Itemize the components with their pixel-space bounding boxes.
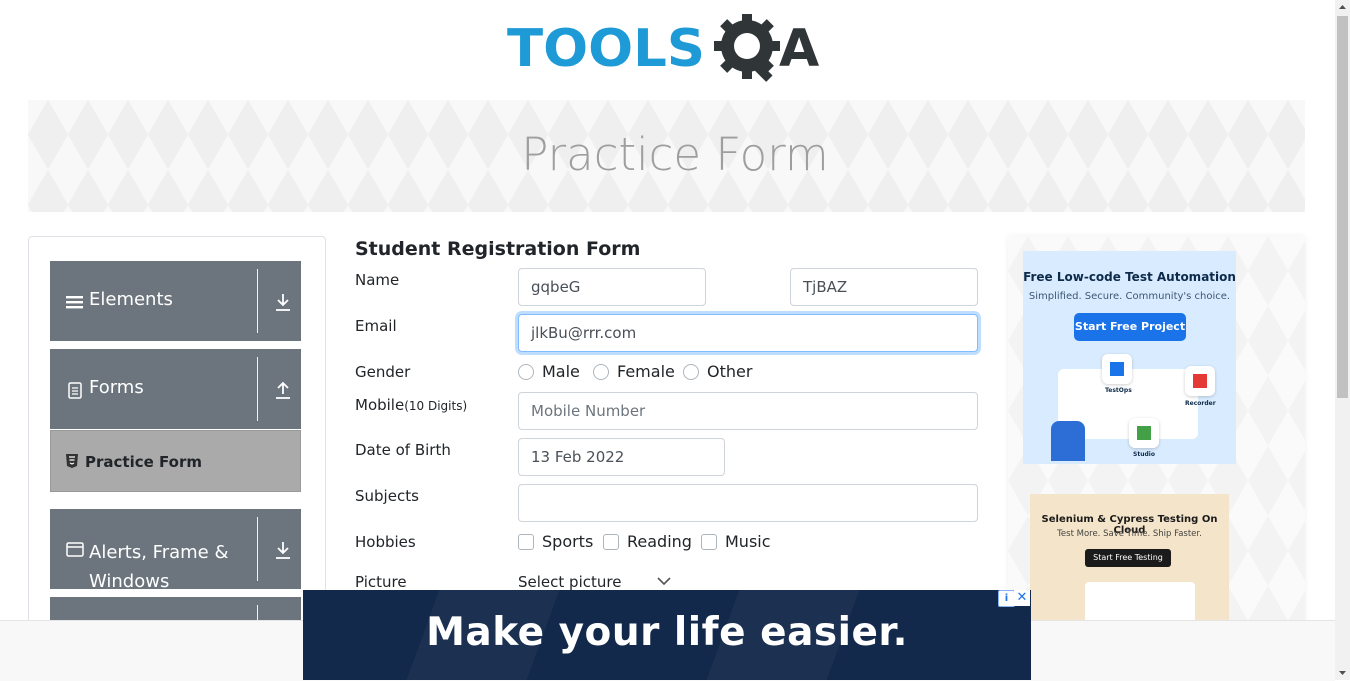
svg-text:TOOLS: TOOLS — [507, 19, 705, 79]
ad-subtitle: Simplified. Secure. Community's choice. — [1028, 291, 1231, 302]
html5-icon — [66, 454, 78, 468]
tile-label: TestOps — [1105, 387, 1132, 394]
gender-label: Gender — [355, 363, 411, 381]
checkbox-box — [701, 534, 717, 550]
svg-text:A: A — [779, 19, 819, 79]
radio-label: Other — [707, 362, 753, 381]
hobbies-options: Sports Reading Music — [518, 532, 778, 554]
name-label: Name — [355, 271, 400, 289]
window-icon — [66, 542, 84, 557]
tile-label: Studio — [1133, 451, 1155, 458]
email-label: Email — [355, 317, 397, 335]
dob-input[interactable]: 13 Feb 2022 — [518, 438, 725, 476]
ad-lambdatest[interactable]: Selenium & Cypress Testing On Cloud Test… — [1030, 494, 1229, 634]
radio-circle — [593, 364, 609, 380]
sidebar-item-practice-form[interactable]: Practice Form — [50, 430, 301, 492]
divider — [257, 357, 258, 421]
tile-label: Recorder — [1185, 400, 1216, 407]
ad-katalon[interactable]: Free Low-code Test Automation Simplified… — [1023, 251, 1236, 464]
subjects-label: Subjects — [355, 487, 419, 505]
ad-headline: Make your life easier. — [426, 610, 908, 655]
studio-tile-icon — [1129, 418, 1159, 448]
ad-close-icon[interactable]: ✕ — [1014, 590, 1030, 606]
bottom-banner-ad[interactable]: Make your life easier. — [303, 590, 1031, 680]
checkbox-label: Reading — [627, 532, 692, 551]
upload-arrow-icon — [276, 381, 290, 399]
sidebar-group-elements[interactable]: Elements — [50, 261, 301, 341]
email-input[interactable]: jlkBu@rrr.com — [518, 314, 978, 352]
radio-label: Male — [542, 362, 580, 381]
logo-graphic: TOOLS A — [507, 14, 819, 82]
download-arrow-icon — [276, 542, 290, 559]
picture-label: Picture — [355, 573, 407, 591]
radio-circle — [683, 364, 699, 380]
label-line-2: Windows — [89, 571, 170, 592]
checkbox-label: Sports — [542, 532, 594, 551]
sidebar-group-label: Forms — [89, 377, 144, 398]
sidebar-group-alerts[interactable]: Alerts, Frame & Windows — [50, 509, 301, 592]
ad-title: Free Low-code Test Automation — [1023, 270, 1236, 284]
mobile-label: Mobile(10 Digits) — [355, 396, 467, 414]
scrollbar-thumb[interactable] — [1337, 16, 1348, 398]
hamburger-icon — [66, 296, 83, 309]
form-title: Student Registration Form — [355, 238, 641, 260]
dob-label: Date of Birth — [355, 441, 451, 459]
sidebar-group-label: Alerts, Frame & Windows — [89, 538, 229, 596]
ad-subtitle: Test More. Save Time. Ship Faster. — [1057, 529, 1202, 539]
subjects-input[interactable] — [518, 484, 978, 522]
divider — [257, 269, 258, 333]
mobile-label-text: Mobile — [355, 396, 405, 414]
recorder-tile-icon — [1185, 366, 1215, 396]
page-title: Practice Form — [521, 128, 829, 181]
mobile-hint: (10 Digits) — [404, 399, 468, 413]
scroll-up-icon[interactable] — [1335, 0, 1350, 15]
radio-label: Female — [617, 362, 675, 381]
download-arrow-icon — [276, 294, 290, 311]
select-picture-button[interactable]: Select picture — [518, 573, 621, 591]
divider — [257, 517, 258, 581]
document-icon — [68, 382, 82, 399]
start-free-testing-button[interactable]: Start Free Testing — [1085, 549, 1171, 567]
start-free-project-button[interactable]: Start Free Project — [1074, 313, 1186, 341]
last-name-input[interactable]: TjBAZ — [790, 268, 978, 306]
mobile-input[interactable]: Mobile Number — [518, 392, 978, 430]
hobbies-label: Hobbies — [355, 533, 416, 551]
chevron-down-icon[interactable] — [657, 576, 671, 586]
sidebar-group-forms[interactable]: Forms — [50, 349, 301, 429]
checkbox-box — [603, 534, 619, 550]
testops-tile-icon — [1102, 354, 1132, 384]
ad-info-icon[interactable]: i — [998, 590, 1015, 607]
sidebar-item-label: Practice Form — [85, 453, 202, 471]
gear-icon — [714, 14, 780, 82]
first-name-input[interactable]: gqbeG — [518, 268, 706, 306]
scroll-down-icon[interactable] — [1335, 665, 1350, 680]
robot-graphic — [1051, 421, 1085, 461]
sidebar-group-label: Elements — [89, 289, 173, 310]
checkbox-box — [518, 534, 534, 550]
radio-circle — [518, 364, 534, 380]
gender-options: Male Female Other — [518, 362, 778, 384]
toolsqa-logo[interactable]: TOOLS A — [507, 14, 832, 94]
label-line-1: Alerts, Frame & — [89, 542, 229, 563]
checkbox-label: Music — [725, 532, 771, 551]
